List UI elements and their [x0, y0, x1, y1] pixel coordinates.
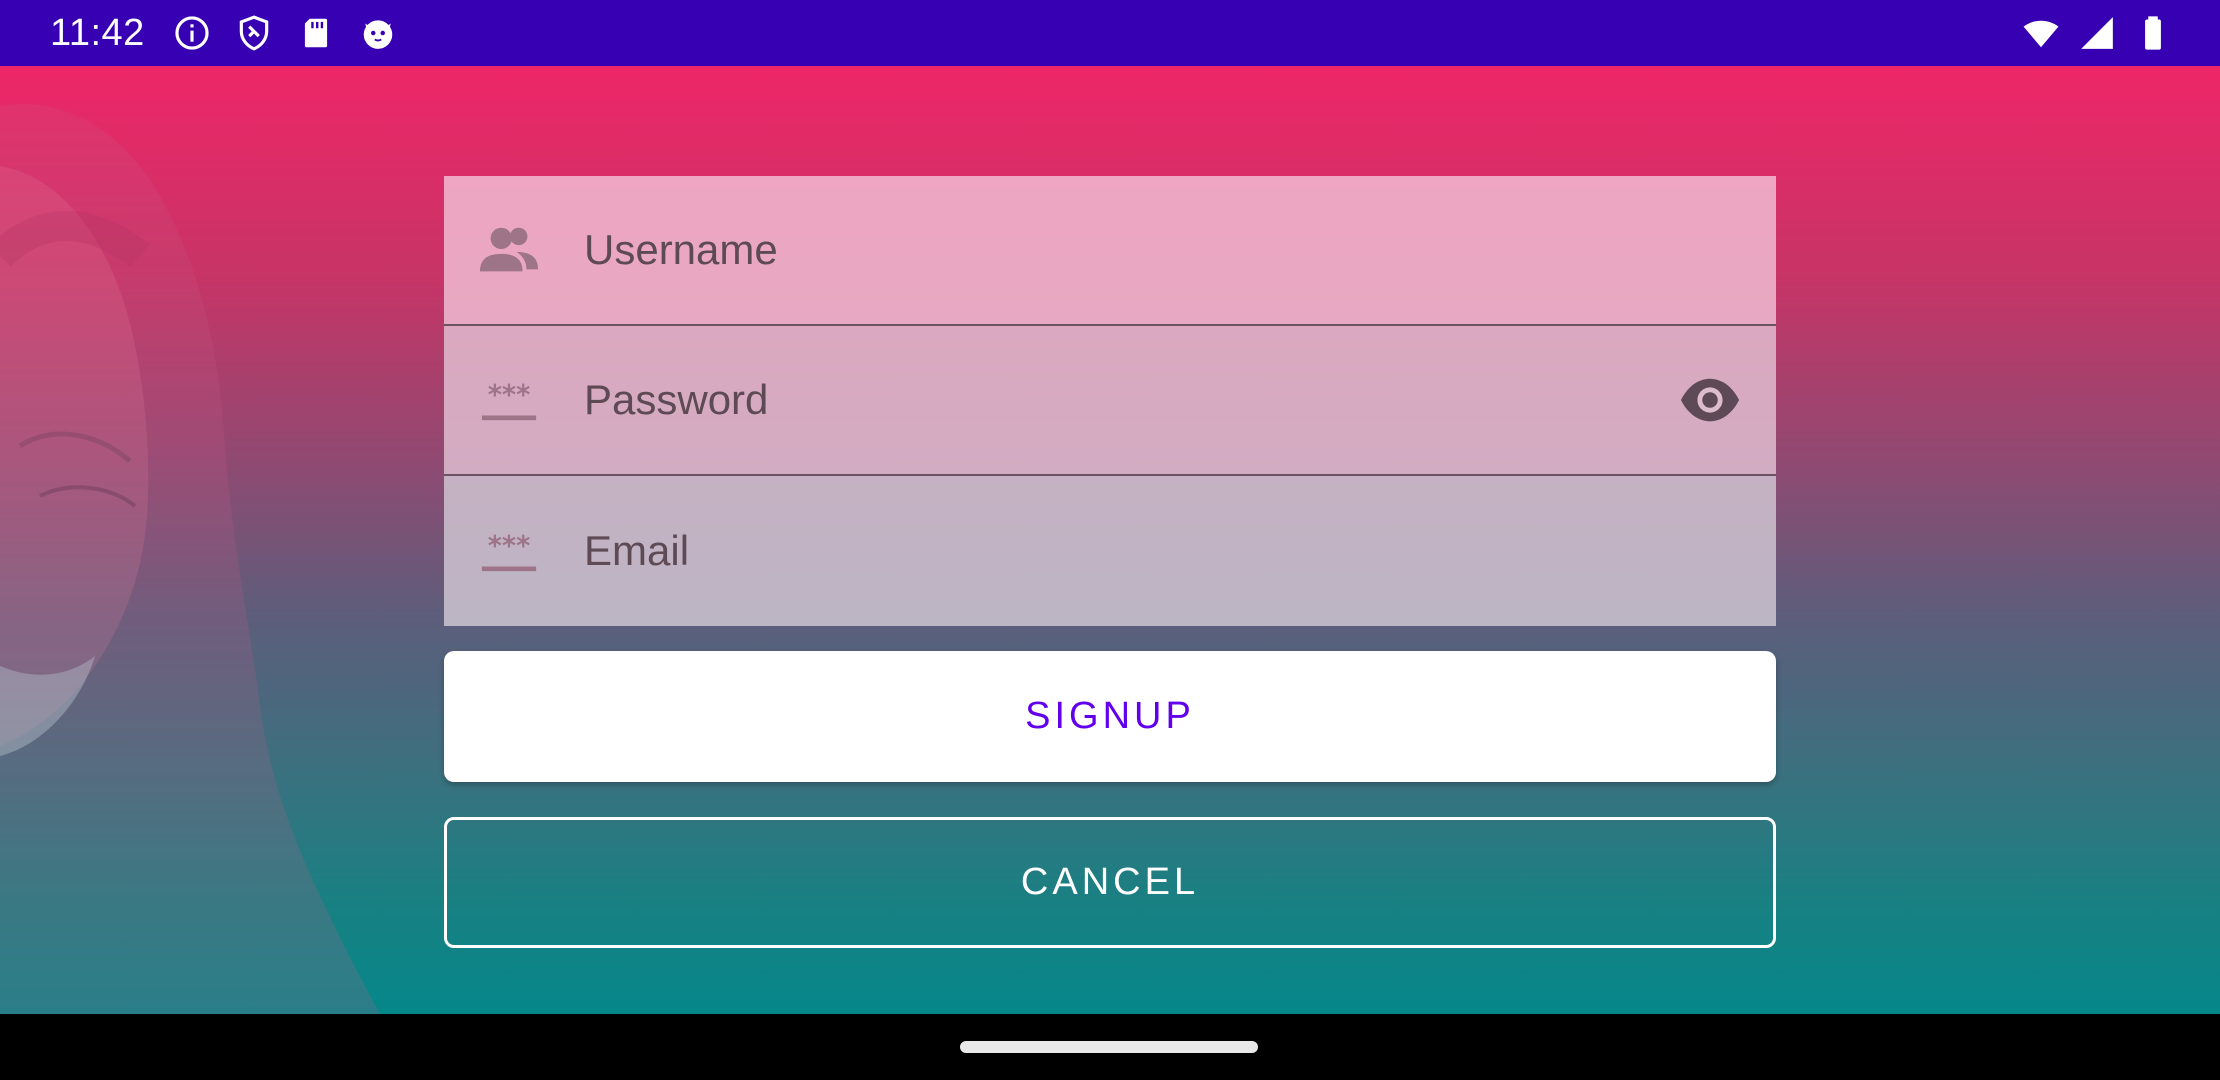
signup-button-label: SIGNUP	[1025, 695, 1195, 737]
signup-button[interactable]: SIGNUP	[444, 651, 1776, 782]
sd-card-icon	[297, 14, 335, 52]
password-field: ***	[444, 326, 1776, 476]
wifi-icon	[2022, 14, 2060, 52]
username-input[interactable]	[582, 225, 1776, 275]
shield-icon	[235, 14, 273, 52]
email-input[interactable]	[582, 526, 1776, 576]
info-icon	[173, 14, 211, 52]
home-gesture-handle[interactable]	[960, 1041, 1258, 1053]
svg-text:***: ***	[488, 531, 531, 562]
cellular-signal-icon	[2078, 14, 2116, 52]
svg-text:***: ***	[488, 380, 531, 411]
cancel-button[interactable]: CANCEL	[444, 817, 1776, 948]
cancel-button-label: CANCEL	[1020, 861, 1200, 903]
email-field: ***	[444, 476, 1776, 626]
status-icons-left	[173, 14, 397, 52]
eye-icon[interactable]	[1678, 368, 1742, 432]
screen: 11:42 Username *** *** Email SIGNUP CANC…	[0, 0, 2220, 1080]
people-icon	[478, 220, 540, 280]
status-bar: 11:42	[0, 0, 2220, 66]
username-field	[444, 176, 1776, 326]
status-time: 11:42	[50, 11, 145, 54]
password-icon: ***	[478, 521, 540, 581]
background-photo	[0, 104, 380, 1014]
signup-form: *** ***	[444, 176, 1776, 626]
cat-icon	[359, 14, 397, 52]
status-icons-right	[2022, 14, 2172, 52]
password-icon: ***	[478, 370, 540, 430]
battery-icon	[2134, 14, 2172, 52]
navigation-bar	[0, 1014, 2220, 1080]
signup-screen: *** ***	[0, 66, 2220, 1014]
password-input[interactable]	[582, 375, 1678, 425]
